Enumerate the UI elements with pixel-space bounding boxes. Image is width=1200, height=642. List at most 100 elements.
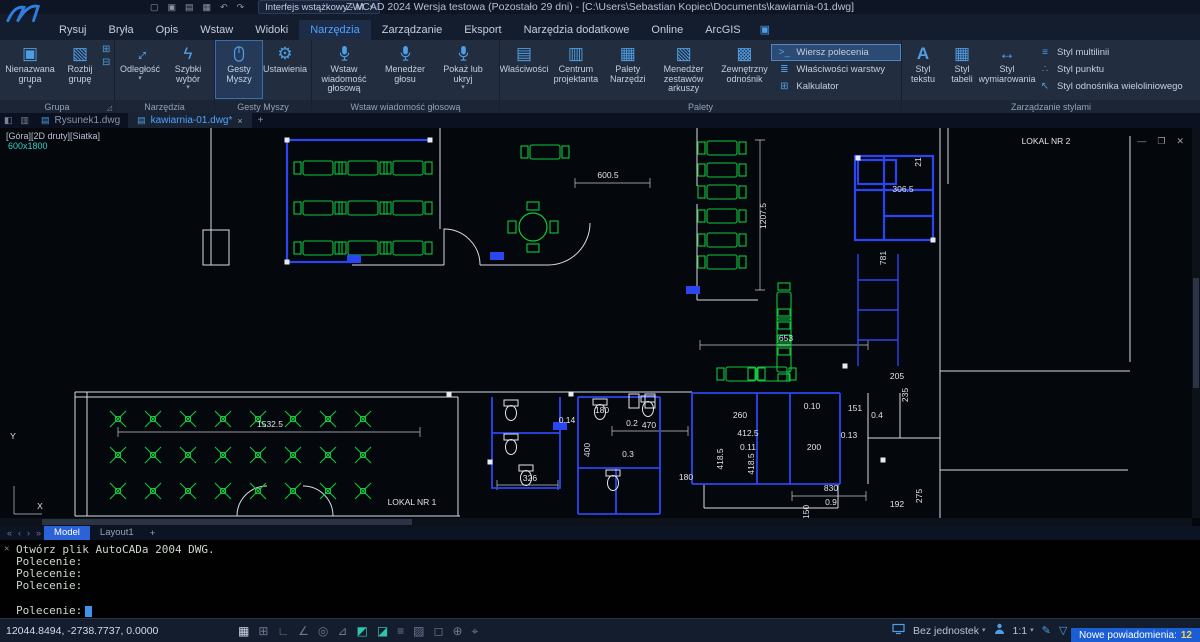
tab-zarządzanie[interactable]: Zarządzanie <box>371 20 454 40</box>
save-icon[interactable]: ▤ <box>185 1 194 14</box>
ribbon-display-toggle-icon[interactable]: ▣ <box>760 20 770 40</box>
furniture-grip[interactable] <box>856 156 861 161</box>
doc-list-icon[interactable]: ◧ <box>0 113 17 128</box>
filter-icon[interactable]: ▽ <box>1059 624 1067 637</box>
furniture-toilet[interactable] <box>641 396 655 417</box>
group-selectable-icon[interactable]: ⊟ <box>102 58 110 68</box>
furniture-xchair[interactable] <box>180 447 196 463</box>
furniture-round-table[interactable] <box>508 202 558 252</box>
undo-icon[interactable]: ↶ <box>220 1 228 14</box>
mleader-style-button[interactable]: ↖ Styl odnośnika wieloliniowego <box>1033 79 1197 94</box>
open-file-icon[interactable]: ▣ <box>168 1 177 14</box>
furniture-toilet[interactable] <box>606 470 620 491</box>
furniture-table[interactable] <box>521 145 569 159</box>
floor-plan[interactable]: 600.51207.5LOKAL NR 2306.5781216531532.5… <box>0 128 1200 518</box>
furniture-xchair[interactable] <box>320 483 336 499</box>
furniture-xchair[interactable] <box>355 447 371 463</box>
restore-icon[interactable]: ❐ <box>1157 136 1165 147</box>
furniture-table[interactable] <box>698 163 746 177</box>
dialog-launcher-icon[interactable]: ◿ <box>107 104 112 112</box>
new-file-icon[interactable]: ▢ <box>150 1 159 14</box>
status-toggle-polar[interactable]: ∠ <box>298 625 309 637</box>
doc-menu-icon[interactable]: ▥ <box>17 113 34 128</box>
vertical-scrollbar[interactable] <box>1192 128 1200 518</box>
print-icon[interactable]: ▦ <box>203 1 212 14</box>
tab-wstaw[interactable]: Wstaw <box>189 20 244 40</box>
furniture-table[interactable] <box>294 241 342 255</box>
tab-opis[interactable]: Opis <box>145 20 190 40</box>
furniture-table[interactable] <box>294 161 342 175</box>
insert-voice-message-button[interactable]: Wstaw wiadomość głosową <box>313 41 375 98</box>
external-reference-button[interactable]: ▩ Zewnętrzny odnośnik <box>717 41 773 98</box>
furniture-xchair[interactable] <box>355 483 371 499</box>
calculator-button[interactable]: ⊞ Kalkulator <box>772 79 900 94</box>
new-tab-icon[interactable]: + <box>252 113 270 128</box>
explode-group-button[interactable]: ▧ Rozbij grupę <box>59 41 101 98</box>
furniture-xchair[interactable] <box>215 447 231 463</box>
mouse-gestures-button[interactable]: Gesty Myszy <box>216 41 262 98</box>
add-layout-icon[interactable]: + <box>144 528 162 539</box>
furniture-table[interactable] <box>698 141 746 155</box>
furniture-grip[interactable] <box>931 238 936 243</box>
last-layout-icon[interactable]: » <box>33 528 44 538</box>
horizontal-scroll-thumb[interactable] <box>42 519 412 525</box>
furniture-xchair[interactable] <box>250 447 266 463</box>
furniture-grip[interactable] <box>843 364 848 369</box>
drawing-area[interactable]: 600.51207.5LOKAL NR 2306.5781216531532.5… <box>0 128 1200 526</box>
furniture-table[interactable] <box>698 233 746 247</box>
furniture-toilet[interactable] <box>504 400 518 421</box>
next-layout-icon[interactable]: › <box>24 528 33 538</box>
viewport-controls[interactable]: [Góra][2D druty][Siatka] 600x1800 <box>6 131 100 151</box>
tab-eksport[interactable]: Eksport <box>453 20 512 40</box>
furniture-xchair[interactable] <box>215 411 231 427</box>
furniture-table[interactable] <box>384 241 432 255</box>
close-tab-icon[interactable]: × <box>237 116 242 126</box>
status-toggle-grid[interactable]: ▦ <box>238 625 249 637</box>
doc-tab-kawiarnia[interactable]: ▤ kawiarnia-01.dwg* × <box>129 113 252 128</box>
furniture-table[interactable] <box>384 201 432 215</box>
furniture-xchair[interactable] <box>250 483 266 499</box>
unnamed-group-button[interactable]: ▣ Nienazwana grupa ▾ <box>1 41 59 98</box>
furniture-table[interactable] <box>339 161 387 175</box>
layout1-tab[interactable]: Layout1 <box>90 526 144 540</box>
tab-rysuj[interactable]: Rysuj <box>48 20 98 40</box>
status-toggle-transparency[interactable]: ▨ <box>413 625 424 637</box>
design-center-button[interactable]: ▥ Centrum projektanta <box>547 41 605 98</box>
user-icon[interactable] <box>994 623 1005 638</box>
tab-arcgis[interactable]: ArcGIS <box>694 20 751 40</box>
furniture-grip[interactable] <box>569 392 574 397</box>
furniture-xchair[interactable] <box>110 411 126 427</box>
layer-properties-button[interactable]: ≣ Właściwości warstwy <box>772 62 900 77</box>
annotation-scale-selector[interactable]: 1:1 ▾ <box>1013 625 1034 637</box>
clean-screen-icon[interactable]: ✎ <box>1042 624 1051 637</box>
furniture-vtable[interactable] <box>777 283 791 329</box>
furniture-xchair[interactable] <box>145 483 161 499</box>
vertical-scroll-thumb[interactable] <box>1193 278 1199 388</box>
furniture-grip[interactable] <box>881 458 886 463</box>
status-toggle-annotation-scale[interactable]: ⊕ <box>452 625 462 637</box>
voice-manager-button[interactable]: Menedżer głosu <box>375 41 435 98</box>
furniture-grip[interactable] <box>488 460 493 465</box>
properties-palette-button[interactable]: ▤ Właściwości <box>501 41 547 98</box>
mouse-gestures-settings-button[interactable]: ⚙ Ustawienia <box>262 41 308 98</box>
point-style-button[interactable]: ∴ Styl punktu <box>1033 62 1197 77</box>
minimize-icon[interactable]: — <box>1137 136 1146 147</box>
furniture-grip[interactable] <box>285 260 290 265</box>
furniture-table[interactable] <box>698 209 746 223</box>
horizontal-scrollbar[interactable] <box>0 518 1192 526</box>
show-hide-voice-button[interactable]: Pokaż lub ukryj ▾ <box>435 41 491 98</box>
furniture-grip[interactable] <box>428 138 433 143</box>
multiline-style-button[interactable]: ≡ Styl multilinii <box>1033 45 1197 60</box>
furniture-vtable[interactable] <box>777 309 791 355</box>
furniture-grip[interactable] <box>285 138 290 143</box>
status-toggle-crosshair[interactable]: ⌖ <box>472 625 479 637</box>
text-style-button[interactable]: A Styl tekstu <box>903 41 943 98</box>
furniture-table[interactable] <box>717 367 765 381</box>
furniture-xchair[interactable] <box>355 411 371 427</box>
furniture-xchair[interactable] <box>180 411 196 427</box>
units-selector[interactable]: Bez jednostek ▾ <box>913 625 985 637</box>
furniture-table[interactable] <box>384 161 432 175</box>
first-layout-icon[interactable]: « <box>4 528 15 538</box>
close-icon[interactable]: ✕ <box>1176 136 1184 147</box>
furniture-xchair[interactable] <box>215 483 231 499</box>
